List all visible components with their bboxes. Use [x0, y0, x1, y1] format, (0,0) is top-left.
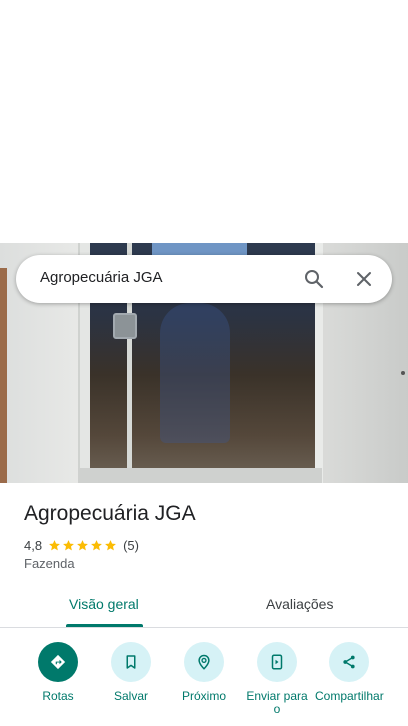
photo-sky [152, 243, 247, 255]
share-icon [329, 642, 369, 682]
star-icon [77, 539, 88, 550]
photo-wall-dot [401, 371, 405, 375]
save-label: Salvar [113, 689, 148, 703]
review-count: (5) [123, 537, 139, 553]
photo-reflection [160, 303, 230, 443]
photo-sill [78, 468, 322, 483]
send-to-phone-button[interactable]: Enviar para o [239, 642, 315, 726]
place-title: Agropecuária JGA [24, 502, 196, 525]
rating-row[interactable]: 4,8 (5) [24, 536, 139, 554]
directions-label: Rotas [42, 689, 74, 703]
bookmark-icon [111, 642, 151, 682]
star-icon [49, 539, 60, 550]
tab-overview[interactable]: Visão geral [69, 596, 139, 612]
tabs-divider [0, 627, 408, 628]
nearby-icon [184, 642, 224, 682]
share-button[interactable]: Compartilhar [311, 642, 387, 726]
close-icon[interactable] [352, 267, 376, 291]
tab-reviews[interactable]: Avaliações [266, 596, 333, 612]
rating-stars [48, 539, 118, 552]
send-to-phone-icon [257, 642, 297, 682]
search-query[interactable]: Agropecuária JGA [40, 269, 163, 286]
send-to-phone-label: Enviar para o [246, 689, 308, 716]
rating-value: 4,8 [24, 537, 43, 553]
search-icon[interactable] [302, 267, 326, 291]
nearby-label: Próximo [181, 689, 226, 703]
directions-button[interactable]: Rotas [20, 642, 96, 726]
photo-door-handle [113, 313, 137, 339]
photo-wall-edge [0, 268, 7, 483]
star-icon [63, 539, 74, 550]
save-button[interactable]: Salvar [93, 642, 169, 726]
share-label: Compartilhar [315, 689, 384, 703]
nearby-button[interactable]: Próximo [166, 642, 242, 726]
star-icon [105, 539, 116, 550]
search-bar[interactable]: Agropecuária JGA [16, 255, 392, 303]
directions-icon [38, 642, 78, 682]
place-category: Fazenda [24, 556, 75, 571]
star-icon [91, 539, 102, 550]
